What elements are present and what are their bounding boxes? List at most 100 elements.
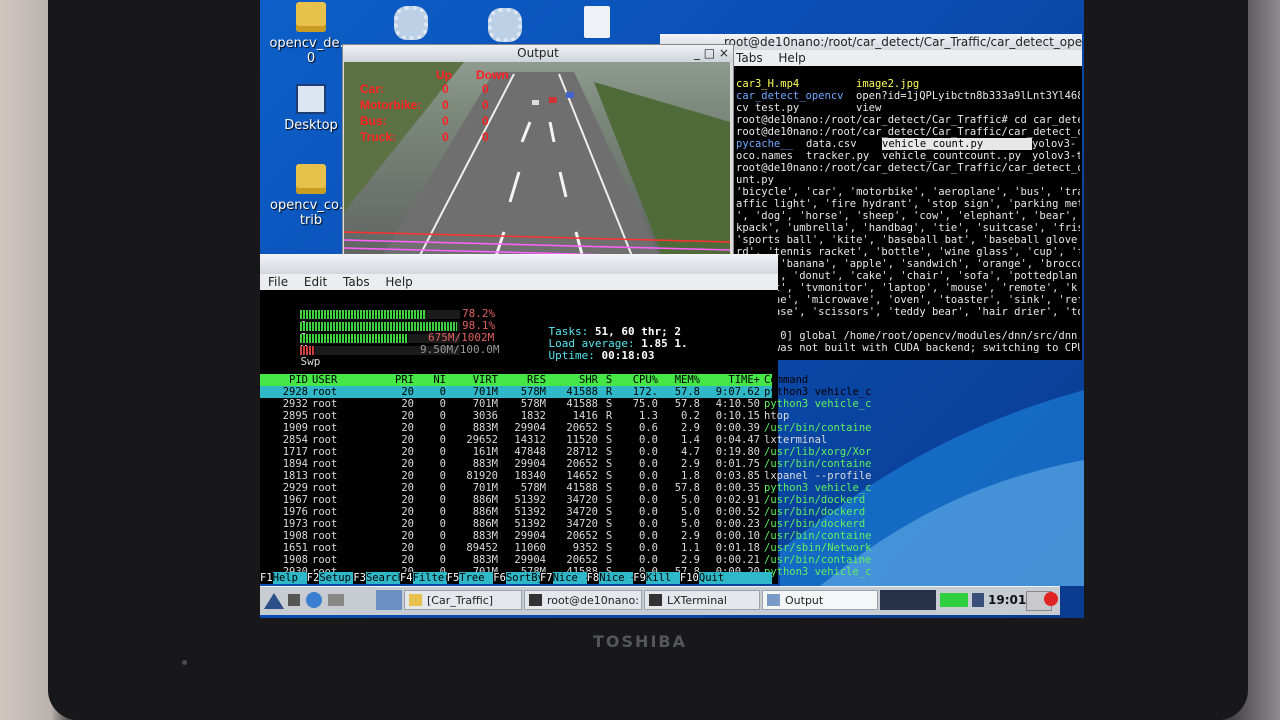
- cell: 0.0: [639, 446, 658, 458]
- cell: 75.0: [632, 398, 658, 410]
- file-manager-icon[interactable]: [328, 594, 344, 606]
- window-controls-icon[interactable]: _ □ ×: [694, 45, 729, 61]
- table-row[interactable]: 1813 root 20 0 81920 18340 14652 S 0.0 1.8 0:03.85…: [260, 470, 872, 482]
- cpu-monitor-icon: [940, 593, 968, 607]
- terminal-line: cv test.py view: [736, 102, 1080, 114]
- fkey-label[interactable]: Filter: [412, 572, 451, 584]
- task-output[interactable]: Output: [762, 590, 878, 610]
- cell: lxterminal: [764, 434, 828, 446]
- document-icon[interactable]: [584, 6, 610, 38]
- terminal-line: bowl', 'banana', 'apple', 'sandwich', 'o…: [736, 258, 1080, 270]
- cell: root: [312, 434, 338, 446]
- table-row[interactable]: 1894 root 20 0 883M 29904 20652 S 0.0 2.9 0:01.75 /…: [260, 458, 872, 470]
- task-root-terminal[interactable]: root@de10nano: ...: [524, 590, 642, 610]
- table-row[interactable]: 1651 root 20 0 89452 11060 9352 S 0.0 1.1 0:01.18 /…: [260, 542, 872, 554]
- table-row[interactable]: 2932 root 20 0 701M 578M 41588 S 75.0 57.8 4:10.50…: [260, 398, 872, 410]
- table-row[interactable]: 2928 root 20 0 701M 578M 41588 R 172. 57.8 9:07.62…: [260, 386, 871, 398]
- task-lxterminal[interactable]: LXTerminal: [644, 590, 760, 610]
- fkey-label[interactable]: Quit: [698, 572, 727, 584]
- fkey-label[interactable]: Nice +: [599, 572, 637, 584]
- cell: root: [312, 386, 338, 398]
- uptime-line: Uptime: 00:18:03: [548, 349, 655, 362]
- cell: 0: [439, 398, 446, 410]
- workspace-switcher-icon[interactable]: [376, 590, 402, 610]
- cell: python3 vehicle_c: [764, 482, 872, 494]
- fkey-label[interactable]: Help: [272, 572, 307, 584]
- counter-label: Bus:: [360, 114, 387, 128]
- fkey-label[interactable]: SortBy: [505, 572, 544, 584]
- cell: 5.0: [681, 494, 700, 506]
- cell: root: [312, 518, 338, 530]
- task-car-traffic[interactable]: [Car_Traffic]: [404, 590, 522, 610]
- htop-titlebar[interactable]: [260, 254, 778, 274]
- table-row[interactable]: 1908 root 20 0 883M 29904 20652 S 0.0 2.9 0:00.21 /…: [260, 554, 872, 566]
- function-key-bar[interactable]: F1Help F2Setup F3SearchF4FilterF5Tree F6Sor…: [260, 572, 772, 584]
- menu-help[interactable]: Help: [385, 275, 412, 289]
- cell: 1967: [282, 494, 308, 506]
- counter-label: Truck:: [360, 130, 397, 144]
- cell: S: [605, 446, 613, 458]
- counter-down-value: 0: [482, 130, 489, 144]
- menu-help[interactable]: Help: [778, 51, 805, 65]
- table-row[interactable]: 1717 root 20 0 161M 47848 28712 S 0.0 4.7 0:19.80 /…: [260, 446, 872, 458]
- menu-edit[interactable]: Edit: [304, 275, 327, 289]
- cell: 89452: [466, 542, 498, 554]
- fkey-label[interactable]: Nice -: [552, 572, 591, 584]
- table-row[interactable]: 1908 root 20 0 883M 29904 20652 S 0.0 2.9 0:00.10 /…: [260, 530, 872, 542]
- table-row[interactable]: 2929 root 20 0 701M 578M 41588 S 0.0 57.8 0:00.35 p…: [260, 482, 872, 494]
- cell: 1.1: [681, 542, 700, 554]
- output-titlebar[interactable]: Output _ □ ×: [343, 45, 733, 62]
- cell: htop: [764, 410, 790, 422]
- cell: 1813: [282, 470, 308, 482]
- browser-icon[interactable]: [306, 592, 322, 608]
- cell: root: [312, 542, 338, 554]
- cell: /usr/sbin/Network: [764, 542, 872, 554]
- fkey-label[interactable]: Tree: [459, 572, 494, 584]
- cell: PID: [289, 374, 308, 386]
- table-row[interactable]: 1973 root 20 0 886M 51392 34720 S 0.0 5.0 0:00.23 /…: [260, 518, 865, 530]
- root-terminal-output[interactable]: car3_H.mp4 image2.jpg car_detect_opencv ope…: [736, 78, 1080, 360]
- cell: 886M: [472, 518, 498, 530]
- minimize-all-icon[interactable]: [288, 594, 300, 606]
- menu-file[interactable]: File: [268, 275, 288, 289]
- menu-tabs[interactable]: Tabs: [736, 51, 763, 65]
- cell: 1894: [282, 458, 308, 470]
- cell: 20: [401, 542, 414, 554]
- cell: 1976: [282, 506, 308, 518]
- cell: USER: [312, 374, 338, 386]
- cell: 701M: [472, 398, 498, 410]
- terminal-line: kpack', 'umbrella', 'handbag', 'tie', 's…: [736, 222, 1080, 234]
- table-row[interactable]: 2854 root 20 0 29652 14312 11520 S 0.0 1.4 0:04.47…: [260, 434, 828, 446]
- power-button-icon[interactable]: [1044, 592, 1058, 606]
- table-row[interactable]: 1976 root 20 0 886M 51392 34720 S 0.0 5.0 0:00.52 /…: [260, 506, 865, 518]
- counter-up-value: 0: [442, 130, 449, 144]
- cell: 1717: [282, 446, 308, 458]
- cell: 2932: [282, 398, 308, 410]
- desktop-icon-label: opencv_de…0: [269, 36, 353, 66]
- process-table-header[interactable]: PID USER PRI NI VIRT RES SHR S CPU% MEM% TIME+ Comm…: [260, 374, 808, 386]
- terminal-text: yolov3-: [1032, 138, 1077, 150]
- cell: 161M: [472, 446, 498, 458]
- cell: 57.8: [674, 482, 700, 494]
- gear-icon[interactable]: [488, 8, 522, 42]
- cell: 18340: [514, 470, 546, 482]
- cell: 20: [401, 530, 414, 542]
- fkey-label[interactable]: Kill: [645, 572, 680, 584]
- cell: 1.8: [681, 470, 700, 482]
- clock[interactable]: 19:01: [988, 593, 1026, 607]
- terminal-line: 'sports ball', 'kite', 'baseball bat', '…: [736, 234, 1080, 246]
- gear-icon[interactable]: [394, 6, 428, 40]
- fkey-label[interactable]: Search: [365, 572, 404, 584]
- cell: 20652: [566, 422, 598, 434]
- start-menu-icon[interactable]: [264, 591, 284, 611]
- terminal-text: odule was not built with CUDA backend; s…: [736, 342, 1080, 354]
- fkey-label[interactable]: Setup: [319, 572, 354, 584]
- counter-down-value: 0: [482, 82, 489, 96]
- htop-window[interactable]: File Edit Tabs Help 1 78.2% 2 98.1% Mem …: [260, 254, 872, 584]
- table-row[interactable]: 2895 root 20 0 3036 1832 1416 R 1.3 0.2 0:10.15 hto…: [260, 410, 790, 422]
- cell: 578M: [520, 482, 546, 494]
- table-row[interactable]: 1967 root 20 0 886M 51392 34720 S 0.0 5.0 0:02.91 /…: [260, 494, 865, 506]
- table-row[interactable]: 1909 root 20 0 883M 29904 20652 S 0.6 2.9 0:00.39 /…: [260, 422, 872, 434]
- cell: 20: [401, 494, 414, 506]
- menu-tabs[interactable]: Tabs: [343, 275, 370, 289]
